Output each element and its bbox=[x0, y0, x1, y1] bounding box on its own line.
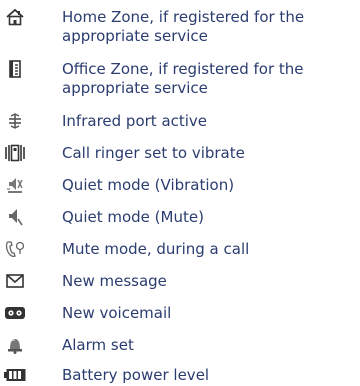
voicemail-icon bbox=[2, 302, 28, 324]
quiet-mute-icon bbox=[2, 206, 28, 228]
legend-label: Mute mode, during a call bbox=[62, 240, 250, 258]
legend-row-alarm: Alarm set bbox=[0, 334, 360, 356]
legend-label: Home Zone, if registered for the appropr… bbox=[62, 8, 305, 45]
legend-row-infrared: Infrared port active bbox=[0, 110, 360, 132]
quiet-vibration-icon bbox=[2, 174, 28, 196]
legend-row-battery: Battery power level bbox=[0, 364, 360, 386]
vibrate-icon bbox=[2, 142, 28, 164]
battery-icon bbox=[2, 364, 28, 386]
legend-row-quiet-mute: Quiet mode (Mute) bbox=[0, 206, 360, 228]
home-zone-icon bbox=[2, 6, 28, 28]
legend-label: Office Zone, if registered for the appro… bbox=[62, 60, 304, 97]
legend-row-home-zone: Home Zone, if registered for the appropr… bbox=[0, 4, 360, 45]
legend-label: Call ringer set to vibrate bbox=[62, 144, 245, 162]
legend-row-new-message: New message bbox=[0, 270, 360, 292]
legend-label: New message bbox=[62, 272, 167, 290]
legend-row-quiet-vibration: Quiet mode (Vibration) bbox=[0, 174, 360, 196]
legend-label: Infrared port active bbox=[62, 112, 208, 130]
infrared-icon bbox=[2, 110, 28, 132]
legend-label: New voicemail bbox=[62, 304, 172, 322]
status-icon-legend: Home Zone, if registered for the appropr… bbox=[0, 0, 360, 386]
alarm-bell-icon bbox=[2, 334, 28, 356]
legend-label: Alarm set bbox=[62, 336, 134, 354]
legend-label: Quiet mode (Mute) bbox=[62, 208, 204, 226]
office-zone-icon bbox=[2, 58, 28, 80]
legend-label: Quiet mode (Vibration) bbox=[62, 176, 235, 194]
legend-row-new-voicemail: New voicemail bbox=[0, 302, 360, 324]
legend-row-vibrate: Call ringer set to vibrate bbox=[0, 142, 360, 164]
envelope-icon bbox=[2, 270, 28, 292]
legend-row-office-zone: Office Zone, if registered for the appro… bbox=[0, 56, 360, 97]
legend-label: Battery power level bbox=[62, 366, 210, 384]
legend-row-mute-call: Mute mode, during a call bbox=[0, 238, 360, 260]
mute-call-icon bbox=[2, 238, 28, 260]
